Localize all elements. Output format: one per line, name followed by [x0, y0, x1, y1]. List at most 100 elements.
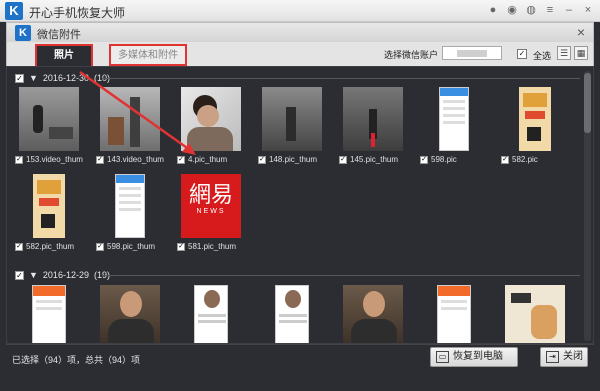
thumbnail-image[interactable] — [343, 87, 403, 151]
thumbnail-item[interactable]: 網易 NEWS ✓ 581.pic_thum — [173, 174, 249, 254]
group-header-2[interactable]: ✓ ▼ 2016-12-29 (19) — [15, 270, 110, 280]
thumbnail-item[interactable]: ✓ 143.video_thum — [92, 87, 168, 167]
thumbnail-image[interactable] — [424, 285, 484, 343]
thumbnail-caption: ✓ 145.pic_thum — [339, 155, 398, 164]
item-checkbox[interactable]: ✓ — [339, 155, 347, 164]
thumbnail-image[interactable]: 網易 NEWS — [181, 174, 241, 238]
thumbnail-image[interactable] — [424, 87, 484, 151]
close-icon[interactable]: × — [582, 4, 594, 16]
thumbnail-image[interactable] — [505, 285, 565, 343]
collapse-icon[interactable]: ▼ — [29, 73, 38, 83]
group-checkbox[interactable]: ✓ — [15, 270, 24, 280]
thumbnail-item[interactable]: ✓ 148.pic_thum — [254, 87, 330, 167]
list-view-icon[interactable]: ☰ — [557, 46, 571, 60]
grid-view-icon[interactable]: ▦ — [574, 46, 588, 60]
group-checkbox[interactable]: ✓ — [15, 73, 24, 83]
file-name: 4.pic_thum — [188, 155, 228, 164]
dialog-title-bar: K 微信附件 × — [6, 22, 594, 42]
app-title: 开心手机恢复大师 — [29, 6, 126, 20]
thumbnail-caption: ✓ 143.video_thum — [96, 155, 164, 164]
exit-icon: ⇥ — [546, 351, 559, 363]
file-name: 598.pic — [431, 155, 457, 164]
item-checkbox[interactable]: ✓ — [15, 155, 23, 164]
recover-to-pc-button[interactable]: ▭ 恢复到电脑 — [430, 347, 518, 367]
thumbnail-item[interactable]: ✓ 153.video_thum — [11, 87, 87, 167]
item-checkbox[interactable]: ✓ — [420, 155, 428, 164]
scrollbar[interactable] — [584, 71, 591, 341]
thumbnail-image[interactable] — [100, 87, 160, 151]
thumbnail-image[interactable] — [19, 285, 79, 343]
item-checkbox[interactable]: ✓ — [258, 155, 266, 164]
selection-status: 已选择（94）项，总共（94）项 — [12, 355, 141, 365]
thumbnail-caption: ✓ 582.pic_thum — [15, 242, 74, 251]
thumbnail-item[interactable] — [416, 285, 492, 343]
group-divider — [102, 275, 580, 276]
computer-icon: ▭ — [436, 351, 449, 363]
thumbnail-caption: ✓ 148.pic_thum — [258, 155, 317, 164]
wechat-icon[interactable]: ● — [487, 4, 499, 16]
thumbnail-image[interactable] — [100, 285, 160, 343]
file-name: 581.pic_thum — [188, 242, 237, 251]
item-checkbox[interactable]: ✓ — [501, 155, 509, 164]
photo-grid: ✓ ▼ 2016-12-30 (10) ✓ 153.video_thum ✓ 143.… — [6, 66, 594, 344]
thumbnail-item[interactable] — [92, 285, 168, 343]
file-name: 153.video_thum — [26, 155, 83, 164]
minimize-icon[interactable]: – — [563, 4, 575, 16]
dialog-close-icon[interactable]: × — [577, 24, 585, 40]
file-name: 145.pic_thum — [350, 155, 399, 164]
thumbnail-image[interactable] — [181, 285, 241, 343]
thumbnail-item[interactable]: ✓ 582.pic_thum — [11, 174, 87, 254]
thumbnail-image[interactable] — [181, 87, 241, 151]
thumbnail-image[interactable] — [343, 285, 403, 343]
toolbar: 照片 多媒体和附件 选择微信账户 ✓ 全选 ☰ ▦ — [6, 42, 594, 66]
collapse-icon[interactable]: ▼ — [29, 270, 38, 280]
thumbnail-caption: ✓ 598.pic_thum — [96, 242, 155, 251]
thumbnail-item[interactable]: ✓ 582.pic — [497, 87, 573, 167]
thumbnail-item[interactable] — [11, 285, 87, 343]
group-header-1[interactable]: ✓ ▼ 2016-12-30 (10) — [15, 73, 110, 83]
thumbnail-item[interactable]: ✓ 598.pic_thum — [92, 174, 168, 254]
thumbnail-item[interactable]: ✓ 598.pic — [416, 87, 492, 167]
netease-logo: 網易 — [188, 183, 233, 208]
item-checkbox[interactable]: ✓ — [96, 242, 104, 251]
footer: 已选择（94）项，总共（94）项 ▭ 恢复到电脑 ⇥ 关闭 — [6, 344, 594, 370]
scrollbar-thumb[interactable] — [584, 73, 591, 133]
item-checkbox[interactable]: ✓ — [96, 155, 104, 164]
thumbnail-image[interactable] — [505, 87, 565, 151]
thumbnail-item[interactable]: ✓ 145.pic_thum — [335, 87, 411, 167]
select-all-checkbox[interactable]: ✓ — [517, 49, 527, 59]
recover-label: 恢复到电脑 — [453, 351, 503, 362]
thumbnail-caption: ✓ 581.pic_thum — [177, 242, 236, 251]
close-button[interactable]: ⇥ 关闭 — [540, 347, 588, 367]
account-select[interactable] — [442, 46, 502, 60]
item-checkbox[interactable]: ✓ — [177, 155, 185, 164]
thumbnail-item[interactable]: ✓ 4.pic_thum — [173, 87, 249, 167]
thumbnail-item[interactable] — [254, 285, 330, 343]
thumbnail-item[interactable] — [335, 285, 411, 343]
account-label: 选择微信账户 — [384, 50, 439, 60]
item-checkbox[interactable]: ✓ — [15, 242, 23, 251]
thumbnail-image[interactable] — [100, 174, 160, 238]
tab-photos[interactable]: 照片 — [35, 44, 93, 66]
thumbnail-caption: ✓ 4.pic_thum — [177, 155, 227, 164]
thumbnail-image[interactable] — [262, 285, 322, 343]
thumbnail-image[interactable] — [19, 87, 79, 151]
title-bar-controls: ● ◉ ◍ ≡ – × — [487, 4, 594, 16]
thumbnail-item[interactable] — [497, 285, 573, 343]
close-label: 关闭 — [563, 351, 583, 362]
thumbnail-caption: ✓ 598.pic — [420, 155, 457, 164]
thumbnail-caption: ✓ 153.video_thum — [15, 155, 83, 164]
thumbnail-image[interactable] — [262, 87, 322, 151]
item-checkbox[interactable]: ✓ — [177, 242, 185, 251]
message-icon[interactable]: ◉ — [506, 4, 518, 16]
tab-media-attachments[interactable]: 多媒体和附件 — [109, 44, 187, 66]
app-title-bar: K 开心手机恢复大师 ● ◉ ◍ ≡ – × — [0, 0, 600, 22]
thumbnail-item[interactable] — [173, 285, 249, 343]
file-name: 598.pic_thum — [107, 242, 156, 251]
menu-icon[interactable]: ≡ — [544, 4, 556, 16]
thumbnail-image[interactable] — [19, 174, 79, 238]
user-icon[interactable]: ◍ — [525, 4, 537, 16]
group-date: 2016-12-29 — [42, 270, 89, 280]
dialog-title: 微信附件 — [37, 29, 81, 41]
group-divider — [102, 78, 580, 79]
